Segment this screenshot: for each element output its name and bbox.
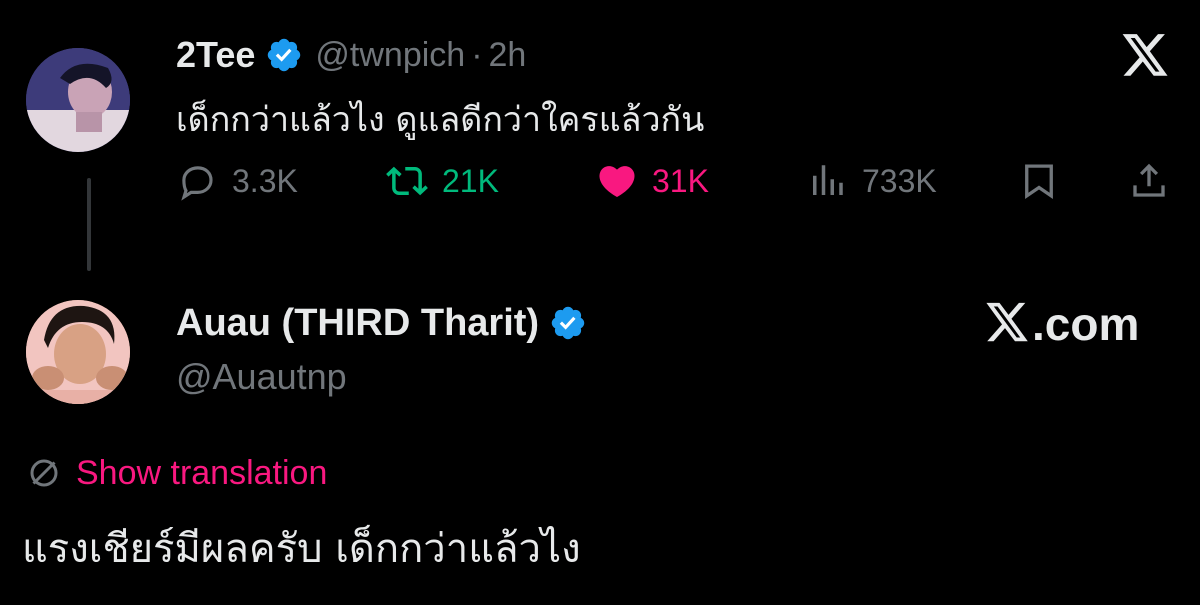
- display-name[interactable]: 2Tee: [176, 34, 255, 76]
- share-icon: [1133, 163, 1165, 197]
- handle[interactable]: @Auautnp: [176, 356, 347, 398]
- views-count: 733K: [862, 162, 937, 199]
- repost-button[interactable]: 21K: [386, 160, 499, 202]
- tweet-2-text: แรงเชียร์มีผลครับ เด็กกว่าแล้วไง: [22, 526, 581, 572]
- like-button[interactable]: 31K: [596, 160, 709, 202]
- x-logo-icon: [986, 302, 1028, 342]
- like-heart-icon: [599, 166, 635, 198]
- verified-badge-icon: [551, 306, 585, 340]
- tweet-1-actions: 3.3K 21K 31K 733K: [176, 160, 1176, 216]
- handle[interactable]: @twnpich: [315, 36, 465, 75]
- repost-icon: [386, 166, 428, 196]
- translate-icon: [30, 459, 58, 487]
- x-com-text: .com: [1032, 298, 1140, 350]
- bookmark-button[interactable]: [1018, 160, 1060, 202]
- repost-count: 21K: [442, 162, 499, 199]
- timestamp[interactable]: 2h: [489, 36, 527, 75]
- like-count: 31K: [652, 162, 709, 199]
- avatar-2tee[interactable]: [26, 48, 130, 152]
- show-translation-button[interactable]: Show translation: [26, 450, 327, 496]
- separator-dot: ·: [471, 35, 483, 74]
- views-button[interactable]: 733K: [806, 160, 937, 202]
- verified-badge-icon: [268, 38, 301, 72]
- display-name[interactable]: Auau (THIRD Tharit): [176, 302, 539, 345]
- bookmark-icon: [1025, 164, 1053, 200]
- show-translation-label: Show translation: [76, 453, 328, 492]
- tweet-screenshot: 2Tee @twnpich · 2h เด็กกว่าแล้วไง ดูแลดี…: [0, 0, 1200, 605]
- tweet-1-text: เด็กกว่าแล้วไง ดูแลดีกว่าใครแล้วกัน: [176, 100, 705, 140]
- reply-icon: [181, 166, 213, 201]
- thread-connector-line: [87, 178, 91, 271]
- x-logo-icon: [1122, 34, 1168, 76]
- views-icon: [813, 165, 843, 195]
- x-com-logo: .com: [984, 296, 1139, 352]
- tweet-2-header: Auau (THIRD Tharit): [176, 296, 587, 350]
- share-button[interactable]: [1128, 160, 1170, 202]
- reply-count: 3.3K: [232, 162, 298, 199]
- reply-button[interactable]: 3.3K: [176, 160, 298, 202]
- tweet-1-header: 2Tee @twnpich · 2h: [176, 30, 526, 80]
- avatar-auau[interactable]: [26, 300, 130, 404]
